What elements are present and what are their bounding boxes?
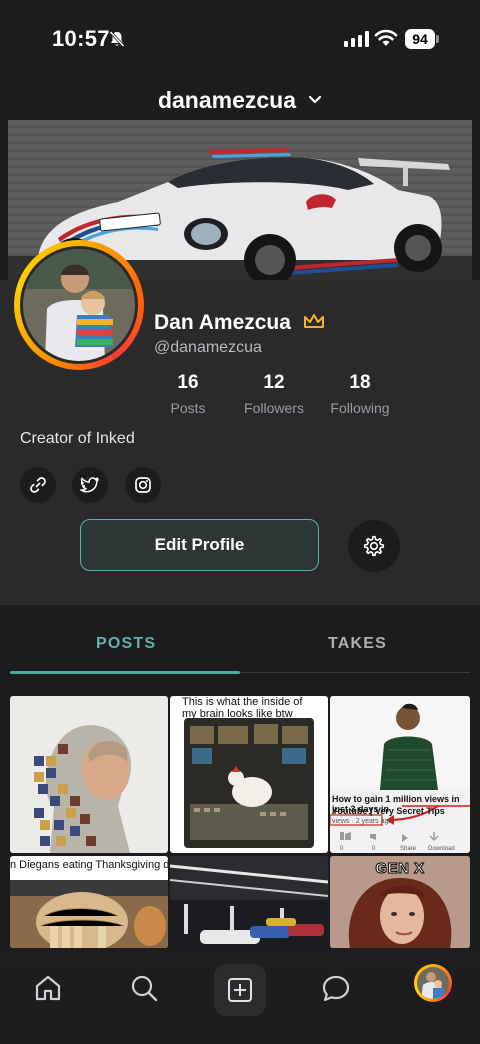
- post-thumbnail-1[interactable]: [10, 696, 168, 853]
- status-bar: 10:57 94: [0, 0, 480, 80]
- content-tabs: POSTS TAKES: [0, 605, 480, 677]
- nav-home[interactable]: [26, 966, 70, 1010]
- crown-icon: [304, 314, 324, 328]
- instagram-icon: [135, 477, 151, 493]
- gear-icon: [363, 535, 385, 557]
- posts-grid: This is what the inside of my brain look…: [10, 696, 470, 948]
- post-3-share: Share: [400, 846, 417, 852]
- stat-followers-label: Followers: [244, 400, 304, 416]
- stat-following-value: 18: [349, 372, 371, 393]
- post-thumbnail-5[interactable]: [170, 856, 328, 948]
- post-3-meta: views · 2 years ago: [332, 818, 393, 825]
- cellular-signal-icon: [344, 31, 369, 47]
- stat-following-label: Following: [330, 400, 390, 416]
- twitter-button[interactable]: [72, 467, 108, 503]
- tab-posts[interactable]: POSTS: [96, 635, 156, 653]
- post-thumbnail-4[interactable]: n Diegans eating Thanksgiving dinner: [10, 856, 168, 948]
- bottom-nav: [0, 948, 480, 1044]
- display-name: Dan Amezcua: [154, 311, 291, 334]
- active-tab-indicator: [10, 671, 240, 674]
- nav-create[interactable]: [214, 964, 266, 1016]
- post-3-like-count: 0: [340, 846, 344, 852]
- post-3-dislike-count: 0: [372, 846, 376, 852]
- home-icon: [35, 975, 61, 1001]
- status-time: 10:57: [52, 26, 110, 51]
- battery-tip: [436, 35, 439, 43]
- stat-followers-value: 12: [263, 372, 285, 393]
- silent-bell-icon: [109, 30, 125, 48]
- link-button[interactable]: [20, 467, 56, 503]
- wifi-icon: [374, 29, 398, 46]
- nav-chat[interactable]: [314, 966, 358, 1010]
- profile-handle: @danamezcua: [154, 339, 262, 356]
- battery-level: 94: [405, 29, 435, 49]
- post-2-image: [184, 718, 314, 848]
- post-thumbnail-3[interactable]: How to gain 1 million views in just 3 da…: [330, 696, 470, 853]
- post-5-image: [170, 856, 328, 948]
- stat-followers[interactable]: 12 Followers: [224, 372, 324, 416]
- post-3-download: Download: [428, 846, 455, 852]
- profile-switcher[interactable]: danamezcua: [0, 80, 480, 120]
- post-3-image: [330, 696, 470, 842]
- nav-search[interactable]: [122, 966, 166, 1010]
- chat-icon: [322, 975, 350, 1002]
- post-4-image: [10, 880, 168, 948]
- post-thumbnail-6[interactable]: GEN X: [330, 856, 470, 948]
- nav-profile-avatar[interactable]: [414, 964, 452, 1002]
- chevron-down-icon: [308, 95, 322, 104]
- twitter-icon: [80, 477, 99, 493]
- avatar-photo: [23, 249, 135, 361]
- header-username: danamezcua: [157, 86, 297, 113]
- nav-avatar-photo: [417, 967, 449, 999]
- post-1-image: [34, 725, 132, 853]
- tab-takes[interactable]: TAKES: [328, 635, 387, 653]
- search-icon: [131, 975, 158, 1002]
- stat-posts-value: 16: [177, 372, 199, 393]
- post-thumbnail-2[interactable]: This is what the inside of my brain look…: [170, 696, 328, 853]
- create-icon: [228, 978, 252, 1002]
- link-icon: [30, 477, 46, 493]
- stat-posts-label: Posts: [170, 400, 206, 416]
- stat-posts[interactable]: 16 Posts: [138, 372, 238, 416]
- profile-avatar[interactable]: [14, 240, 144, 370]
- post-6-label: GEN X: [375, 860, 425, 878]
- profile-bio: Creator of Inked: [20, 430, 135, 447]
- instagram-button[interactable]: [125, 467, 161, 503]
- settings-button[interactable]: [348, 520, 400, 572]
- stat-following[interactable]: 18 Following: [310, 372, 410, 416]
- edit-profile-button[interactable]: Edit Profile: [80, 519, 319, 571]
